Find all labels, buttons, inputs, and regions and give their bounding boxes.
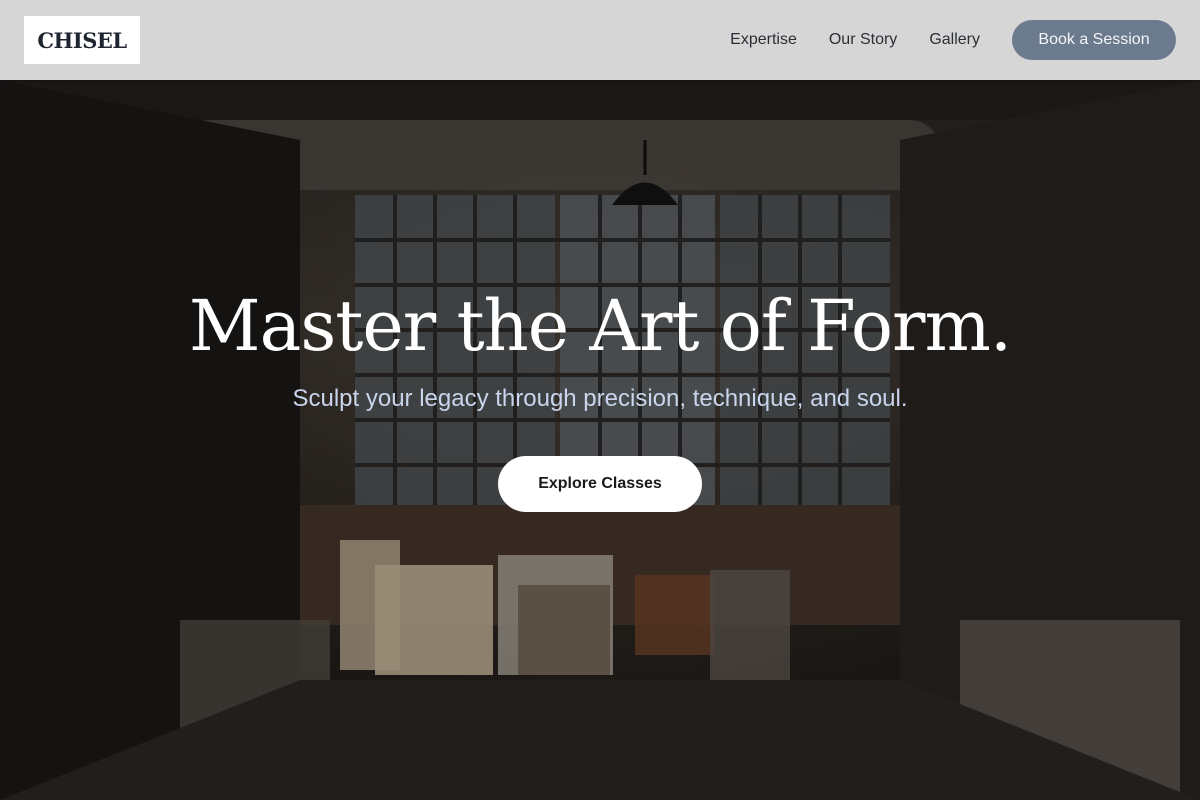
book-session-button[interactable]: Book a Session — [1012, 20, 1176, 60]
nav-link-our-story[interactable]: Our Story — [829, 31, 897, 49]
hero-title: Master the Art of Form. — [188, 285, 1012, 367]
explore-classes-button[interactable]: Explore Classes — [498, 456, 702, 512]
nav-link-gallery[interactable]: Gallery — [929, 31, 980, 49]
site-header: CHISEL Expertise Our Story Gallery Book … — [0, 0, 1200, 80]
main-nav: Expertise Our Story Gallery Book a Sessi… — [730, 0, 1176, 80]
hero-section: Master the Art of Form. Sculpt your lega… — [0, 80, 1200, 800]
logo[interactable]: CHISEL — [24, 16, 140, 64]
hero-content: Master the Art of Form. Sculpt your lega… — [0, 80, 1200, 800]
nav-link-expertise[interactable]: Expertise — [730, 31, 797, 49]
hero-subtitle: Sculpt your legacy through precision, te… — [292, 385, 908, 412]
